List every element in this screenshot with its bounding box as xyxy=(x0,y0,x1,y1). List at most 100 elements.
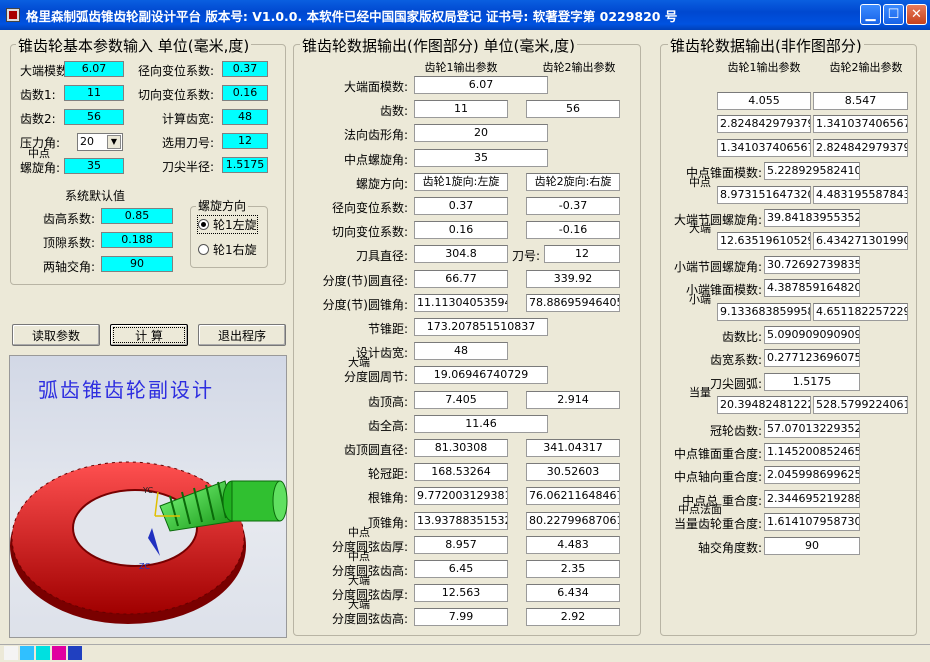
gear-drawing: YC ZC xyxy=(10,461,288,624)
drawing-value-gear1: 9.7720031293811 xyxy=(414,487,508,505)
nondrawing-row-label: 小端节圆螺旋角: xyxy=(673,260,762,274)
minimize-button[interactable]: ▁ xyxy=(860,4,881,25)
drawing-row-label: 节锥距: xyxy=(367,322,408,336)
drawing-col2-header: 齿轮2输出参数 xyxy=(542,61,616,74)
nondrawing-row-label: 中点锥面重合度: xyxy=(673,447,762,461)
addendum-label: 齿高系数: xyxy=(42,212,95,226)
drawing-row-label-top: 中点 xyxy=(348,526,370,539)
tip-radius-label: 刀尖半径: xyxy=(161,160,214,174)
z2-field[interactable]: 56 xyxy=(64,109,124,125)
radial-shift-field[interactable]: 0.37 xyxy=(222,61,268,77)
radio-right-label: 轮1右旋 xyxy=(213,243,257,257)
drawing-row-label-top: 大端 xyxy=(348,598,370,611)
drawing-row-label: 齿顶圆直径: xyxy=(343,443,408,457)
axis-yc-label: YC xyxy=(142,486,153,495)
nondrawing-value: 39.841839553524 xyxy=(764,209,860,227)
drawing-value-gear2: 2.92 xyxy=(526,608,620,626)
radial-shift-label: 径向变位系数: xyxy=(137,64,214,78)
nondrawing-value-gear1: 4.055 xyxy=(717,92,811,110)
nondrawing-value-gear2: 4.4831955878436 xyxy=(813,186,908,204)
cutter-field[interactable]: 12 xyxy=(222,133,268,149)
drawing-row-label: 齿数: xyxy=(379,104,408,118)
drawing-value: 35 xyxy=(414,149,548,167)
drawing-row-label: 刀具直径: xyxy=(355,249,408,263)
tip-radius-field[interactable]: 1.5175 xyxy=(222,157,268,173)
drawing-row-label: 中点螺旋角: xyxy=(343,153,408,167)
drawing-value-gear2: 339.92 xyxy=(526,270,620,288)
nondrawing-value: 30.726927398357 xyxy=(764,256,860,274)
hand-group-title: 螺旋方向 xyxy=(196,197,249,214)
drawing-value-gear2: 30.52603 xyxy=(526,463,620,481)
clearance-field[interactable]: 0.188 xyxy=(101,232,173,248)
drawing-value-gear1: 11 xyxy=(414,100,508,118)
radio-left-hand[interactable]: 轮1左旋 xyxy=(197,215,258,234)
drawing-row-label-top: 大端 xyxy=(348,574,370,587)
z1-field[interactable]: 11 xyxy=(64,85,124,101)
nondrawing-value-gear2: 2.8248429793797 xyxy=(813,139,908,157)
axis-zc-label: ZC xyxy=(139,562,150,571)
nondrawing-frame-title: 锥齿轮数据输出(非作图部分) xyxy=(668,35,864,56)
shaft-angle-field[interactable]: 90 xyxy=(101,256,173,272)
nondrawing-value-gear1: 8.9731516473207 xyxy=(717,186,811,204)
status-bar xyxy=(0,644,930,662)
nondrawing-col2-header: 齿轮2输出参数 xyxy=(829,61,903,74)
drawing-value-gear2: 78.886959464051 xyxy=(526,294,620,312)
tangent-shift-field[interactable]: 0.16 xyxy=(222,85,268,101)
calculate-button[interactable]: 计 算 xyxy=(110,324,188,346)
drawing-value-gear2: 6.434 xyxy=(526,584,620,602)
nondrawing-col1-header: 齿轮1输出参数 xyxy=(727,61,801,74)
nondrawing-value-gear2: 8.547 xyxy=(813,92,908,110)
drawing-row-label-top: 中点 xyxy=(348,550,370,563)
drawing-value-gear1: 66.77 xyxy=(414,270,508,288)
pressure-select[interactable]: 20 ▼ xyxy=(77,133,123,151)
drawing-value-gear1: 0.37 xyxy=(414,197,508,215)
drawing-col1-header: 齿轮1输出参数 xyxy=(424,61,498,74)
clearance-label: 顶隙系数: xyxy=(42,236,95,250)
cutter-label: 选用刀号: xyxy=(161,136,214,150)
tangent-shift-label: 切向变位系数: xyxy=(137,88,214,102)
drawing-value-gear2: 341.04317 xyxy=(526,439,620,457)
nondrawing-row-label: 齿数比: xyxy=(721,330,762,344)
drawing-row-label-top: 大端 xyxy=(348,356,370,369)
drawing-row-label: 齿顶高: xyxy=(367,395,408,409)
radio-checked-icon xyxy=(198,219,209,230)
chevron-down-icon[interactable]: ▼ xyxy=(107,135,121,149)
drawing-row-label: 切向变位系数: xyxy=(331,225,408,239)
helix-field[interactable]: 35 xyxy=(64,158,124,174)
drawing-value-gear1: 8.957 xyxy=(414,536,508,554)
drawing-value-gear1: 7.99 xyxy=(414,608,508,626)
drawing-value-gear2: 12 xyxy=(544,245,620,263)
nondrawing-value: 5.0909090909090 xyxy=(764,326,860,344)
close-icon: ✕ xyxy=(911,7,922,22)
drawing-value-gear2: 2.914 xyxy=(526,391,620,409)
nondrawing-value: 1.1452008524651 xyxy=(764,443,860,461)
drawing-row-label: 分度圆周节: xyxy=(343,370,408,384)
addendum-field[interactable]: 0.85 xyxy=(101,208,173,224)
radio-left-label: 轮1左旋 xyxy=(213,218,257,232)
pressure-value: 20 xyxy=(80,135,94,148)
nondrawing-row-label: 齿宽系数: xyxy=(709,353,762,367)
nondrawing-value: 1.6141079587301 xyxy=(764,513,860,531)
maximize-button[interactable]: ☐ xyxy=(883,4,904,25)
exit-button[interactable]: 退出程序 xyxy=(198,324,286,346)
gear-preview: 弧齿锥齿轮副设计 YC ZC xyxy=(9,355,288,638)
face-width-field[interactable]: 48 xyxy=(222,109,268,125)
drawing-row-label: 螺旋方向: xyxy=(355,177,408,191)
nondrawing-value: 5.22892958241057 xyxy=(764,162,860,180)
drawing-frame-title: 锥齿轮数据输出(作图部分) 单位(毫米,度) xyxy=(300,35,577,56)
window-title: 格里森制弧齿锥齿轮副设计平台 版本号: V1.0.0. 本软件已经中国国家版权局… xyxy=(26,8,678,24)
nondrawing-value: 90 xyxy=(764,537,860,555)
module-field[interactable]: 6.07 xyxy=(64,61,124,77)
read-params-button[interactable]: 读取参数 xyxy=(12,324,100,346)
close-button[interactable]: ✕ xyxy=(906,4,927,25)
radio-right-hand[interactable]: 轮1右旋 xyxy=(198,241,257,258)
nondrawing-value: 2.0459986996251 xyxy=(764,466,860,484)
drawing-value-gear1: 11.113040535948 xyxy=(414,294,508,312)
drawing-row-label: 径向变位系数: xyxy=(331,201,408,215)
drawing-value-gear1: 304.8 xyxy=(414,245,508,263)
drawing-value-gear2: 2.35 xyxy=(526,560,620,578)
minimize-icon: ▁ xyxy=(865,7,876,22)
z2-label: 齿数2: xyxy=(20,112,56,126)
nondrawing-row-label: 当量齿轮重合度: xyxy=(673,517,762,531)
app-icon xyxy=(6,8,20,22)
